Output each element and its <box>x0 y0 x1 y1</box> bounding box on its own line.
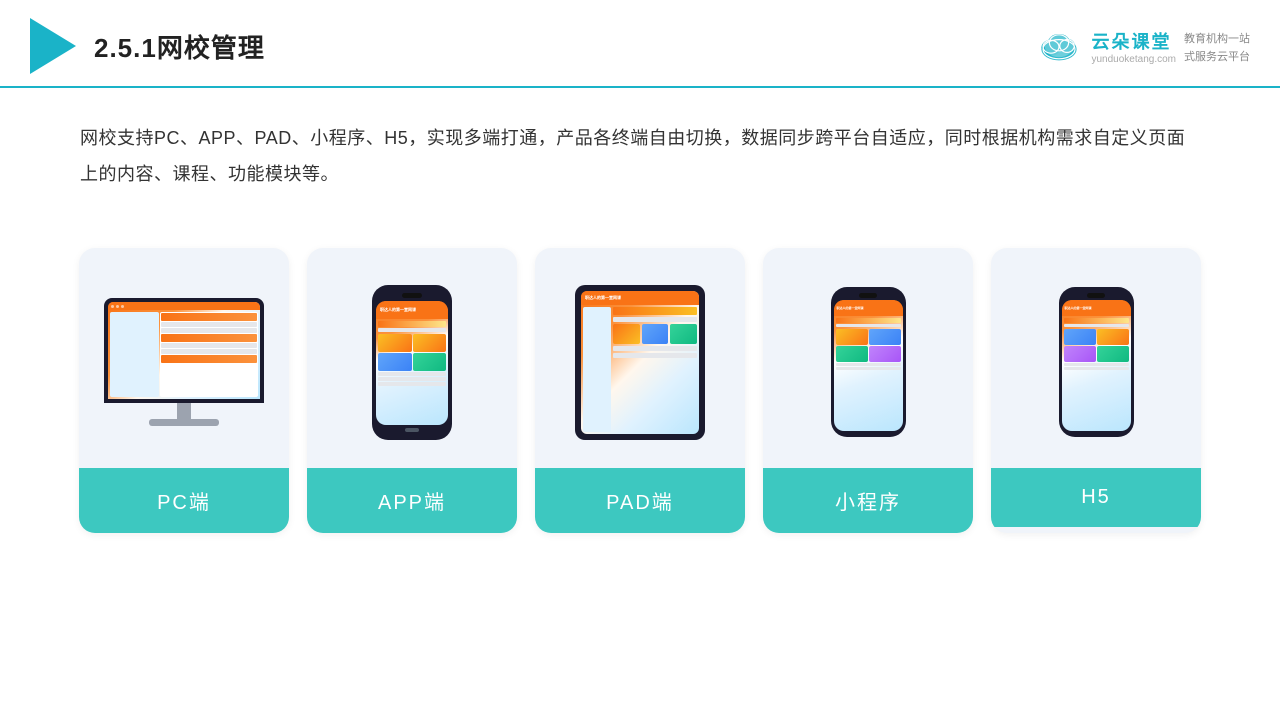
page-title: 2.5.1网校管理 <box>94 28 265 65</box>
cloud-logo-icon <box>1035 28 1083 64</box>
brand-taglines: 教育机构一站 式服务云平台 <box>1184 28 1250 64</box>
card-pad: 职达人的第一堂网课 <box>535 248 745 533</box>
card-pc: PC端 <box>79 248 289 533</box>
h5-label: H5 <box>991 468 1201 527</box>
pad-label: PAD端 <box>535 468 745 533</box>
card-miniprogram: 职达人的第一堂网课 <box>763 248 973 533</box>
brand-logo: 云朵课堂 yunduoketang.com 教育机构一站 式服务云平台 <box>1035 28 1250 65</box>
pad-image-area: 职达人的第一堂网课 <box>535 248 745 468</box>
h5-phone-icon: 职达人的第一堂网课 <box>1059 287 1134 437</box>
app-label: APP端 <box>307 468 517 533</box>
pad-tablet-icon: 职达人的第一堂网课 <box>575 285 705 440</box>
pc-label: PC端 <box>79 468 289 533</box>
header-right: 云朵课堂 yunduoketang.com 教育机构一站 式服务云平台 <box>1035 28 1250 65</box>
pc-monitor-icon <box>104 298 264 426</box>
h5-image-area: 职达人的第一堂网课 <box>991 248 1201 468</box>
device-cards-section: PC端 职达人的第一堂网课 <box>0 218 1280 563</box>
logo-triangle-icon <box>30 18 76 74</box>
pc-image-area <box>79 248 289 468</box>
brand-name: 云朵课堂 yunduoketang.com <box>1091 28 1176 65</box>
miniprogram-phone-icon: 职达人的第一堂网课 <box>831 287 906 437</box>
card-h5: 职达人的第一堂网课 <box>991 248 1201 533</box>
header-left: 2.5.1网校管理 <box>30 18 265 74</box>
header: 2.5.1网校管理 云朵课堂 yunduoketang.com <box>0 0 1280 88</box>
card-app: 职达人的第一堂网课 <box>307 248 517 533</box>
app-image-area: 职达人的第一堂网课 <box>307 248 517 468</box>
description-text: 网校支持PC、APP、PAD、小程序、H5，实现多端打通，产品各终端自由切换，数… <box>0 88 1280 208</box>
app-phone-icon: 职达人的第一堂网课 <box>372 285 452 440</box>
miniprogram-label: 小程序 <box>763 468 973 533</box>
miniprogram-image-area: 职达人的第一堂网课 <box>763 248 973 468</box>
